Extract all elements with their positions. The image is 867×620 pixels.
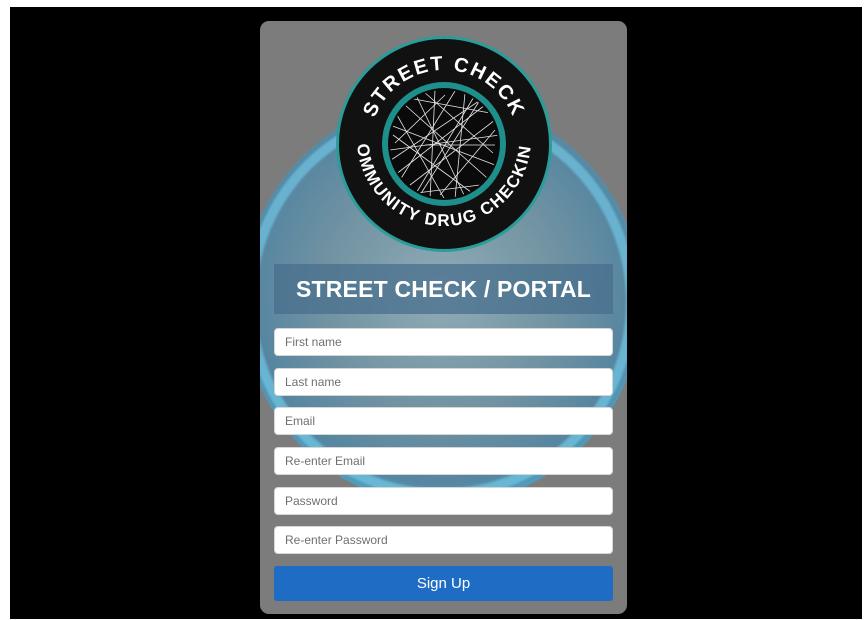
- email-input[interactable]: [274, 407, 613, 435]
- reenter-password-input[interactable]: [274, 526, 613, 554]
- page-background: STREET CHECK COMMUNITY DRUG CHECKING STR…: [10, 7, 862, 619]
- portal-banner: STREET CHECK / PORTAL: [274, 264, 613, 314]
- last-name-input[interactable]: [274, 368, 613, 396]
- page-title: STREET CHECK / PORTAL: [295, 275, 592, 302]
- signup-card: STREET CHECK COMMUNITY DRUG CHECKING STR…: [260, 21, 627, 614]
- first-name-input[interactable]: [274, 328, 613, 356]
- street-check-logo: STREET CHECK COMMUNITY DRUG CHECKING: [335, 35, 552, 252]
- password-input[interactable]: [274, 487, 613, 515]
- reenter-email-input[interactable]: [274, 447, 613, 475]
- sign-up-button[interactable]: Sign Up: [274, 566, 613, 601]
